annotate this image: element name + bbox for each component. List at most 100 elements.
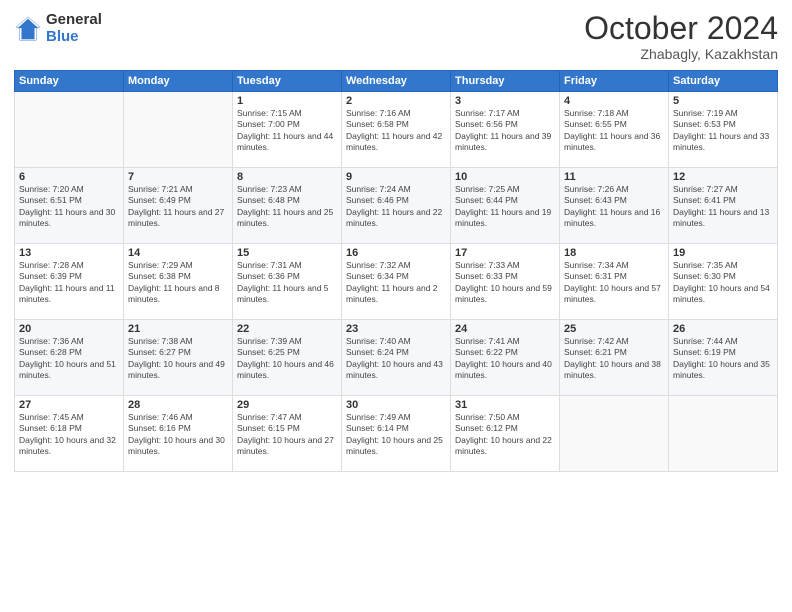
day-info: Sunrise: 7:19 AM Sunset: 6:53 PM Dayligh…: [673, 108, 773, 154]
day-number: 15: [237, 247, 337, 259]
header: General Blue October 2024 Zhabagly, Kaza…: [14, 12, 778, 62]
calendar-cell: 2Sunrise: 7:16 AM Sunset: 6:58 PM Daylig…: [342, 92, 451, 168]
day-info: Sunrise: 7:44 AM Sunset: 6:19 PM Dayligh…: [673, 336, 773, 382]
day-number: 13: [19, 247, 119, 259]
day-number: 14: [128, 247, 228, 259]
day-info: Sunrise: 7:46 AM Sunset: 6:16 PM Dayligh…: [128, 412, 228, 458]
day-number: 22: [237, 323, 337, 335]
calendar-cell: 7Sunrise: 7:21 AM Sunset: 6:49 PM Daylig…: [124, 168, 233, 244]
day-number: 9: [346, 171, 446, 183]
calendar-cell: [15, 92, 124, 168]
calendar-cell: 1Sunrise: 7:15 AM Sunset: 7:00 PM Daylig…: [233, 92, 342, 168]
day-info: Sunrise: 7:23 AM Sunset: 6:48 PM Dayligh…: [237, 184, 337, 230]
day-number: 5: [673, 95, 773, 107]
day-number: 25: [564, 323, 664, 335]
calendar-cell: 3Sunrise: 7:17 AM Sunset: 6:56 PM Daylig…: [451, 92, 560, 168]
day-number: 27: [19, 399, 119, 411]
day-info: Sunrise: 7:40 AM Sunset: 6:24 PM Dayligh…: [346, 336, 446, 382]
location: Zhabagly, Kazakhstan: [584, 46, 778, 62]
day-info: Sunrise: 7:24 AM Sunset: 6:46 PM Dayligh…: [346, 184, 446, 230]
day-info: Sunrise: 7:50 AM Sunset: 6:12 PM Dayligh…: [455, 412, 555, 458]
calendar-weekday-header: Wednesday: [342, 71, 451, 92]
day-number: 8: [237, 171, 337, 183]
calendar-cell: 25Sunrise: 7:42 AM Sunset: 6:21 PM Dayli…: [560, 320, 669, 396]
calendar-cell: 31Sunrise: 7:50 AM Sunset: 6:12 PM Dayli…: [451, 396, 560, 472]
calendar-cell: 27Sunrise: 7:45 AM Sunset: 6:18 PM Dayli…: [15, 396, 124, 472]
calendar-cell: 24Sunrise: 7:41 AM Sunset: 6:22 PM Dayli…: [451, 320, 560, 396]
day-number: 1: [237, 95, 337, 107]
calendar-cell: 26Sunrise: 7:44 AM Sunset: 6:19 PM Dayli…: [669, 320, 778, 396]
calendar-week-row: 6Sunrise: 7:20 AM Sunset: 6:51 PM Daylig…: [15, 168, 778, 244]
calendar-cell: 15Sunrise: 7:31 AM Sunset: 6:36 PM Dayli…: [233, 244, 342, 320]
calendar-weekday-header: Saturday: [669, 71, 778, 92]
day-info: Sunrise: 7:20 AM Sunset: 6:51 PM Dayligh…: [19, 184, 119, 230]
day-info: Sunrise: 7:47 AM Sunset: 6:15 PM Dayligh…: [237, 412, 337, 458]
calendar-cell: 21Sunrise: 7:38 AM Sunset: 6:27 PM Dayli…: [124, 320, 233, 396]
calendar-cell: 4Sunrise: 7:18 AM Sunset: 6:55 PM Daylig…: [560, 92, 669, 168]
month-title: October 2024: [584, 12, 778, 44]
day-number: 7: [128, 171, 228, 183]
calendar-weekday-header: Friday: [560, 71, 669, 92]
calendar-cell: 22Sunrise: 7:39 AM Sunset: 6:25 PM Dayli…: [233, 320, 342, 396]
calendar-header-row: SundayMondayTuesdayWednesdayThursdayFrid…: [15, 71, 778, 92]
day-info: Sunrise: 7:31 AM Sunset: 6:36 PM Dayligh…: [237, 260, 337, 306]
calendar-cell: 6Sunrise: 7:20 AM Sunset: 6:51 PM Daylig…: [15, 168, 124, 244]
day-number: 20: [19, 323, 119, 335]
calendar-week-row: 1Sunrise: 7:15 AM Sunset: 7:00 PM Daylig…: [15, 92, 778, 168]
calendar-cell: [560, 396, 669, 472]
calendar-week-row: 20Sunrise: 7:36 AM Sunset: 6:28 PM Dayli…: [15, 320, 778, 396]
calendar-week-row: 13Sunrise: 7:28 AM Sunset: 6:39 PM Dayli…: [15, 244, 778, 320]
calendar-cell: 20Sunrise: 7:36 AM Sunset: 6:28 PM Dayli…: [15, 320, 124, 396]
day-info: Sunrise: 7:16 AM Sunset: 6:58 PM Dayligh…: [346, 108, 446, 154]
logo-text: General Blue: [46, 12, 102, 45]
logo-blue: Blue: [46, 29, 102, 46]
calendar-cell: 19Sunrise: 7:35 AM Sunset: 6:30 PM Dayli…: [669, 244, 778, 320]
day-info: Sunrise: 7:34 AM Sunset: 6:31 PM Dayligh…: [564, 260, 664, 306]
day-number: 16: [346, 247, 446, 259]
calendar-cell: 11Sunrise: 7:26 AM Sunset: 6:43 PM Dayli…: [560, 168, 669, 244]
calendar-cell: 18Sunrise: 7:34 AM Sunset: 6:31 PM Dayli…: [560, 244, 669, 320]
day-info: Sunrise: 7:15 AM Sunset: 7:00 PM Dayligh…: [237, 108, 337, 154]
calendar-cell: 28Sunrise: 7:46 AM Sunset: 6:16 PM Dayli…: [124, 396, 233, 472]
day-number: 10: [455, 171, 555, 183]
day-number: 28: [128, 399, 228, 411]
day-number: 19: [673, 247, 773, 259]
day-info: Sunrise: 7:35 AM Sunset: 6:30 PM Dayligh…: [673, 260, 773, 306]
calendar-weekday-header: Tuesday: [233, 71, 342, 92]
day-number: 26: [673, 323, 773, 335]
day-info: Sunrise: 7:45 AM Sunset: 6:18 PM Dayligh…: [19, 412, 119, 458]
day-number: 3: [455, 95, 555, 107]
calendar-cell: 16Sunrise: 7:32 AM Sunset: 6:34 PM Dayli…: [342, 244, 451, 320]
day-number: 21: [128, 323, 228, 335]
calendar-cell: 17Sunrise: 7:33 AM Sunset: 6:33 PM Dayli…: [451, 244, 560, 320]
day-number: 2: [346, 95, 446, 107]
day-info: Sunrise: 7:38 AM Sunset: 6:27 PM Dayligh…: [128, 336, 228, 382]
day-number: 24: [455, 323, 555, 335]
day-number: 31: [455, 399, 555, 411]
calendar-cell: 12Sunrise: 7:27 AM Sunset: 6:41 PM Dayli…: [669, 168, 778, 244]
day-info: Sunrise: 7:49 AM Sunset: 6:14 PM Dayligh…: [346, 412, 446, 458]
day-info: Sunrise: 7:29 AM Sunset: 6:38 PM Dayligh…: [128, 260, 228, 306]
day-info: Sunrise: 7:25 AM Sunset: 6:44 PM Dayligh…: [455, 184, 555, 230]
calendar-cell: 30Sunrise: 7:49 AM Sunset: 6:14 PM Dayli…: [342, 396, 451, 472]
day-info: Sunrise: 7:32 AM Sunset: 6:34 PM Dayligh…: [346, 260, 446, 306]
day-info: Sunrise: 7:28 AM Sunset: 6:39 PM Dayligh…: [19, 260, 119, 306]
day-info: Sunrise: 7:42 AM Sunset: 6:21 PM Dayligh…: [564, 336, 664, 382]
title-block: October 2024 Zhabagly, Kazakhstan: [584, 12, 778, 62]
calendar-weekday-header: Monday: [124, 71, 233, 92]
calendar-cell: 10Sunrise: 7:25 AM Sunset: 6:44 PM Dayli…: [451, 168, 560, 244]
calendar-cell: 8Sunrise: 7:23 AM Sunset: 6:48 PM Daylig…: [233, 168, 342, 244]
calendar-week-row: 27Sunrise: 7:45 AM Sunset: 6:18 PM Dayli…: [15, 396, 778, 472]
day-number: 29: [237, 399, 337, 411]
logo-icon: [14, 15, 42, 43]
calendar-cell: [669, 396, 778, 472]
day-info: Sunrise: 7:26 AM Sunset: 6:43 PM Dayligh…: [564, 184, 664, 230]
day-info: Sunrise: 7:39 AM Sunset: 6:25 PM Dayligh…: [237, 336, 337, 382]
day-number: 23: [346, 323, 446, 335]
calendar-cell: 13Sunrise: 7:28 AM Sunset: 6:39 PM Dayli…: [15, 244, 124, 320]
logo-general: General: [46, 12, 102, 29]
calendar-cell: 23Sunrise: 7:40 AM Sunset: 6:24 PM Dayli…: [342, 320, 451, 396]
day-number: 17: [455, 247, 555, 259]
day-number: 4: [564, 95, 664, 107]
day-number: 6: [19, 171, 119, 183]
